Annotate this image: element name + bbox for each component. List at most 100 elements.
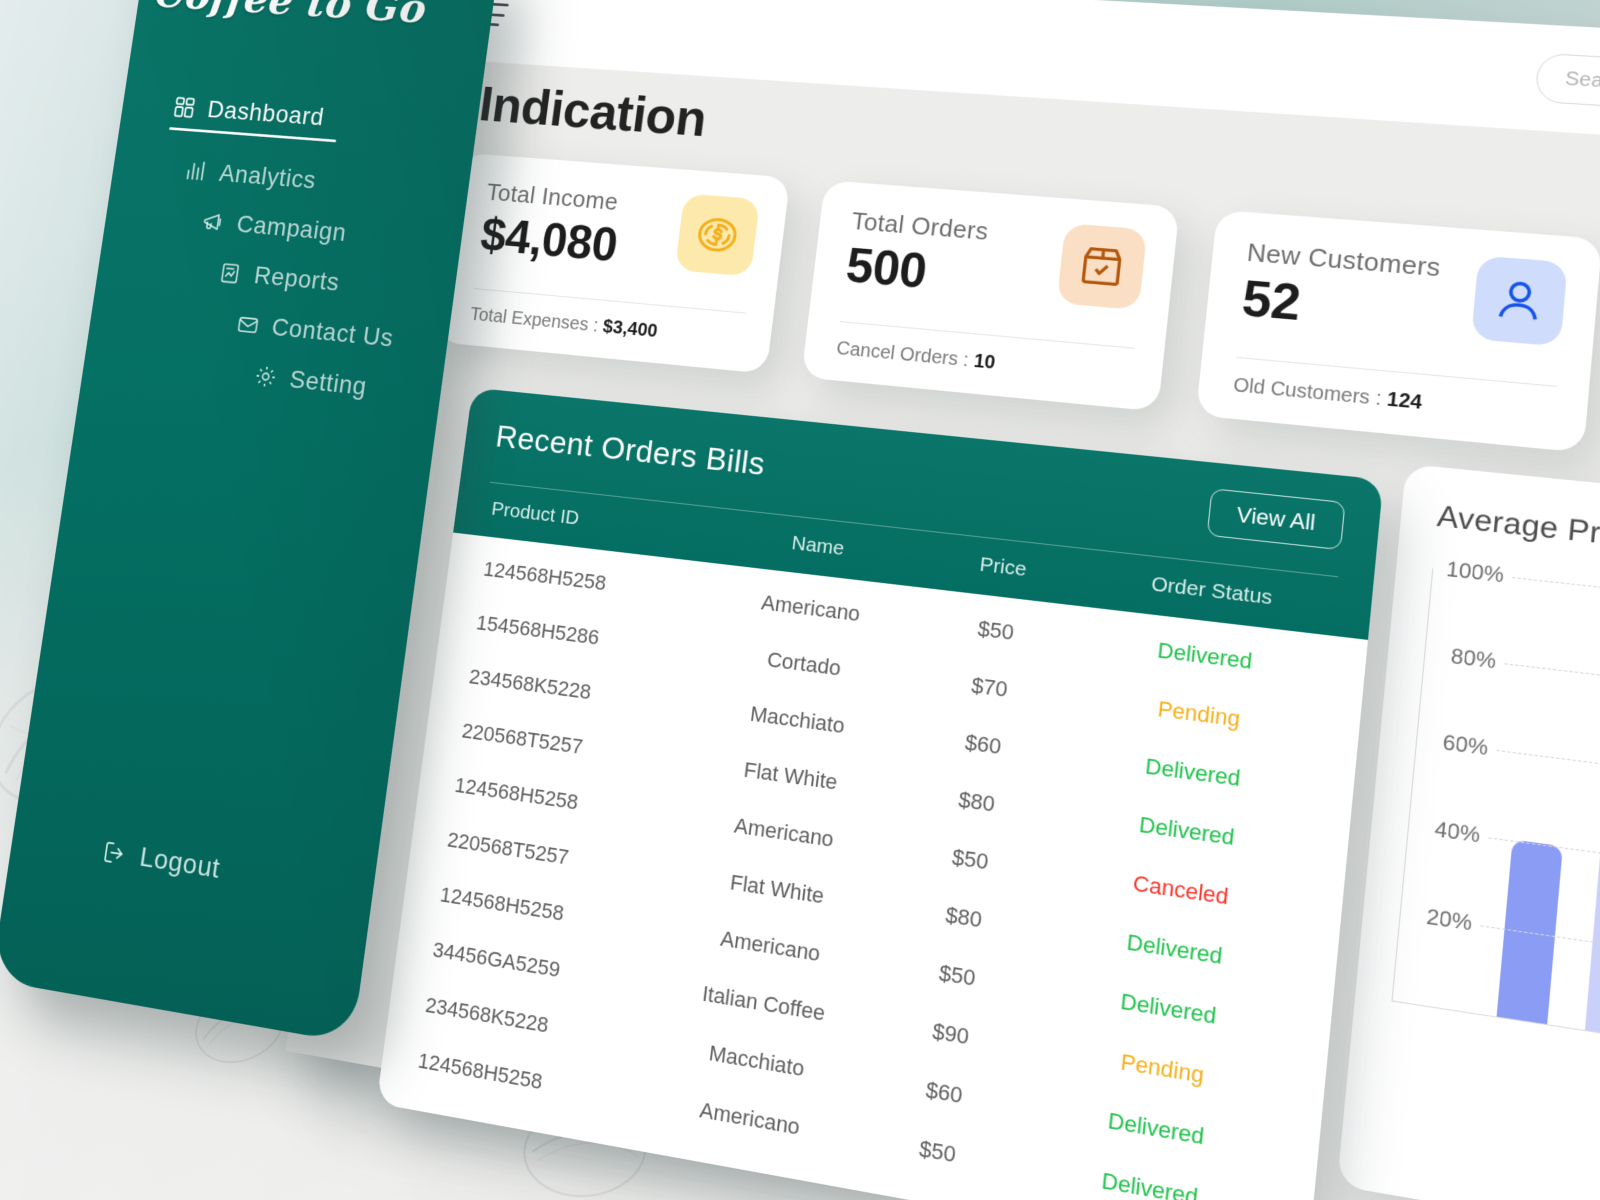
- table-row[interactable]: 34456GA5259 Italian Coffee $90 Pending: [424, 921, 1291, 1120]
- table-row[interactable]: 124568H5258 Americano $50 Delivered: [475, 542, 1332, 701]
- report-icon: [216, 259, 244, 288]
- table-row[interactable]: 234568K5228 Macchiato $60 Delivered: [460, 649, 1320, 819]
- sidebar-item-label: Campaign: [235, 210, 348, 247]
- card-foot-label: Old Customers :: [1232, 375, 1382, 410]
- cell-product-id: 154568H5286: [470, 610, 708, 664]
- chart-gridline: [1504, 663, 1600, 720]
- sidebar: Coffee to Go Dashboard Analytics Campaig…: [0, 0, 499, 1043]
- table-row[interactable]: 124568H5258 Americano $50 Delivered: [431, 866, 1296, 1059]
- card-text: Total Income $4,080: [477, 178, 624, 273]
- column-header-order-status: Order Status: [1089, 566, 1336, 618]
- cell-name: Macchiato: [698, 695, 898, 746]
- card-text: Total Orders 500: [843, 207, 990, 305]
- card-value: 500: [843, 237, 986, 305]
- cell-price: $80: [889, 777, 1067, 827]
- cell-name: Americano: [712, 584, 912, 633]
- chart-card: Average Profit Data 100% 80% 60% 40% 20%: [1337, 464, 1600, 1200]
- card-label: New Customers: [1246, 237, 1442, 283]
- bar-chart-icon: [182, 157, 210, 185]
- search-box[interactable]: [1534, 53, 1600, 131]
- status-badge: Canceled: [1057, 860, 1307, 922]
- stat-card-total-orders[interactable]: Total Orders 500 Cancel Orders: 10: [801, 180, 1179, 411]
- cell-price: $50: [882, 834, 1060, 885]
- column-header-product-id: Product ID: [485, 497, 722, 546]
- status-badge: Delivered: [1082, 629, 1330, 685]
- main-panel: Indication Total Income $4,080: [286, 0, 1600, 1200]
- view-all-button[interactable]: View All: [1207, 488, 1346, 550]
- card-top: Total Orders 500: [843, 207, 1147, 319]
- stat-card-total-income[interactable]: Total Income $4,080 Total Expenses: $3,…: [437, 153, 790, 374]
- stat-card-new-customers[interactable]: New Customers 52 Old Customers: 124: [1196, 210, 1600, 453]
- mockup-scene: Coffee to Go Dashboard Analytics Campaig…: [0, 0, 1600, 1200]
- chart-bar: [1585, 728, 1600, 1038]
- stat-cards: Total Income $4,080 Total Expenses: $3,…: [437, 153, 1600, 498]
- gear-icon: [251, 362, 280, 391]
- logout-button[interactable]: Logout: [100, 835, 222, 885]
- grid-icon: [171, 94, 199, 122]
- chart-gridline: [1512, 577, 1600, 629]
- chart-gridline: [1480, 925, 1600, 995]
- card-footer: Old Customers : 124: [1232, 375, 1423, 415]
- mail-icon: [234, 310, 262, 339]
- card-foot-label: Cancel Orders :: [835, 338, 969, 371]
- chart-y-tick-label: 20%: [1400, 901, 1473, 936]
- card-footer: Total Expenses : $3,400: [469, 304, 659, 342]
- table-row[interactable]: 124568H5258 Americano $50 Delivered: [409, 1032, 1279, 1200]
- user-icon: [1471, 255, 1568, 346]
- status-badge: Delivered: [1070, 744, 1319, 803]
- cell-name: Americano: [670, 918, 872, 975]
- table-row[interactable]: 234568K5228 Macchiato $60 Delivered: [417, 976, 1285, 1180]
- cell-name: Italian Coffee: [663, 975, 865, 1033]
- card-divider: [840, 321, 1135, 349]
- chart-y-tick-label: 60%: [1416, 728, 1489, 762]
- dollar-coin-icon: [675, 193, 760, 276]
- cell-product-id: 220568T5257: [455, 718, 694, 775]
- cell-price: $70: [902, 664, 1079, 712]
- chart-title: Average Profit Data: [1436, 500, 1600, 592]
- table-row[interactable]: 220568T5257 Flat White $80 Delivered: [453, 703, 1314, 879]
- cell-product-id: 124568H5258: [433, 881, 673, 943]
- cell-name: Americano: [684, 806, 885, 860]
- cell-product-id: 234568K5228: [462, 664, 701, 720]
- cell-price: $50: [869, 949, 1047, 1003]
- orders-body: 124568H5258 Americano $50 Delivered 154568H5…: [376, 533, 1368, 1200]
- logout-icon: [100, 837, 129, 868]
- dashboard-app: Coffee to Go Dashboard Analytics Campaig…: [0, 0, 1600, 1200]
- perspective-stage: Coffee to Go Dashboard Analytics Campaig…: [0, 0, 1600, 1200]
- table-row[interactable]: 124568H5258 Americano $50 Canceled: [446, 757, 1309, 938]
- cell-product-id: 124568H5258: [448, 772, 687, 831]
- card-top: New Customers 52: [1239, 237, 1567, 355]
- chart-y-tick-label: 40%: [1408, 814, 1481, 849]
- sidebar-item-label: Setting: [288, 365, 369, 402]
- cell-name: Cortado: [705, 639, 905, 689]
- cell-product-id: 34456GA5259: [426, 936, 666, 1000]
- cell-product-id: 124568H5258: [411, 1047, 652, 1114]
- status-badge: Pending: [1038, 1036, 1289, 1103]
- search-input[interactable]: [1564, 68, 1600, 114]
- status-badge: Delivered: [1051, 918, 1301, 982]
- cell-product-id: 124568H5258: [477, 556, 715, 609]
- card-foot-label: Total Expenses :: [469, 304, 599, 336]
- table-row[interactable]: 154568H5286 Cortado $70 Pending: [468, 595, 1326, 760]
- orders-column-headers: Product ID Name Price Order Status: [483, 482, 1339, 636]
- cell-name: Americano: [649, 1089, 852, 1150]
- status-badge: Pending: [1076, 686, 1325, 743]
- topbar: [423, 0, 1600, 164]
- recent-orders-panel: Recent Orders Bills View All Product ID …: [376, 388, 1383, 1200]
- cell-price: $80: [875, 892, 1053, 944]
- cell-price: $90: [862, 1007, 1041, 1062]
- package-check-icon: [1057, 223, 1148, 310]
- card-top: Total Income $4,080: [477, 178, 760, 285]
- card-divider: [1236, 357, 1556, 387]
- status-badge: Delivered: [1063, 801, 1312, 862]
- card-divider: [474, 288, 746, 314]
- card-foot-value: $3,400: [602, 316, 659, 341]
- chart-bar: [1497, 840, 1563, 1025]
- table-row[interactable]: 220568T5257 Flat White $80 Delivered: [439, 812, 1303, 999]
- sidebar-nav: Dashboard Analytics Campaign Reports Con…: [81, 79, 480, 420]
- column-header-price: Price: [916, 546, 1092, 589]
- sidebar-item-label: Contact Us: [270, 313, 395, 353]
- logout-label: Logout: [138, 841, 222, 885]
- chart-y-tick-label: 80%: [1424, 642, 1497, 675]
- cell-price: $50: [849, 1123, 1028, 1181]
